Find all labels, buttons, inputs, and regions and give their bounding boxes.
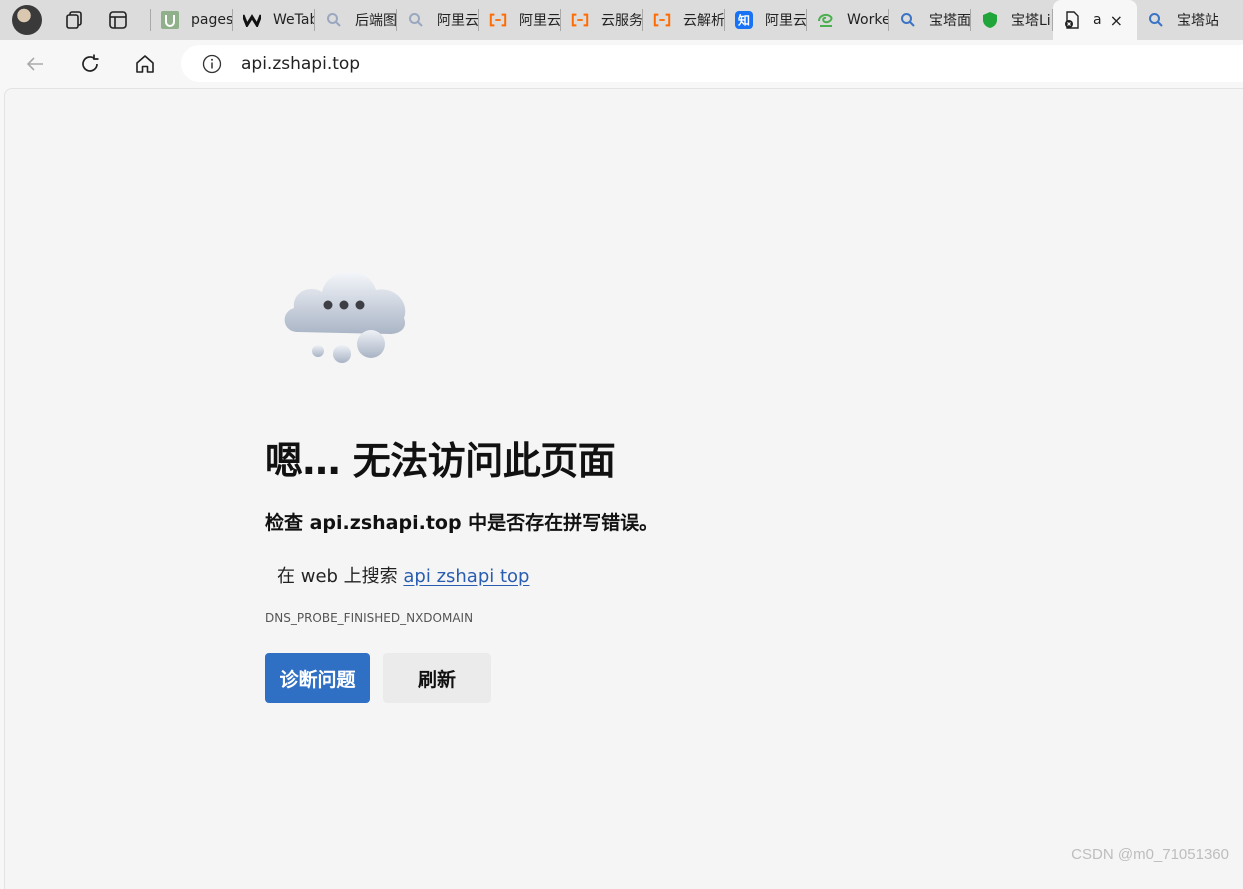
back-button[interactable] — [17, 46, 53, 82]
search-icon — [899, 11, 917, 29]
tab-item[interactable]: pages — [151, 0, 232, 40]
tab-label: 云解析 — [683, 10, 724, 30]
aliyun-icon — [653, 11, 671, 29]
tab-item[interactable]: 云解析 — [643, 0, 724, 40]
tab-item[interactable]: 知阿里云 — [725, 0, 806, 40]
tab-item[interactable]: WeTab — [233, 0, 314, 40]
search-link[interactable]: api zshapi top — [403, 566, 529, 587]
workspaces-icon[interactable] — [54, 4, 94, 36]
web-search-suggestion: 在 web 上搜索 api zshapi top — [277, 562, 529, 588]
tab-label: 宝塔站 — [1177, 10, 1218, 30]
search-icon — [325, 11, 343, 29]
tab-label: 阿里云 — [765, 10, 806, 30]
search-icon — [1147, 11, 1165, 29]
shield-icon — [981, 11, 999, 29]
cloud-error-icon — [276, 262, 412, 366]
tab-item[interactable]: 阿里云 — [397, 0, 478, 40]
tab-item[interactable]: Worke — [807, 0, 888, 40]
close-icon[interactable]: × — [1110, 11, 1123, 30]
page-error-icon — [1063, 11, 1081, 29]
search-prefix: 在 web 上搜索 — [277, 566, 403, 587]
tab-label: 阿里云 — [519, 10, 560, 30]
tab-actions-icon[interactable] — [98, 4, 138, 36]
worker-icon — [817, 11, 835, 29]
tab-label: 宝塔Li — [1011, 10, 1051, 30]
tab-label: 宝塔面 — [929, 10, 970, 30]
active-tab-label: a — [1093, 12, 1102, 28]
error-code: DNS_PROBE_FINISHED_NXDOMAIN — [265, 611, 473, 625]
browser-toolbar: api.zshapi.top — [0, 40, 1243, 87]
home-icon — [134, 53, 156, 75]
tab-trailing[interactable]: 宝塔站 — [1137, 0, 1218, 40]
search-icon — [407, 11, 425, 29]
tab-label: 后端图 — [355, 10, 396, 30]
zhihu-icon: 知 — [735, 11, 753, 29]
wetab-icon — [243, 11, 261, 29]
tab-label: 云服务 — [601, 10, 642, 30]
active-tab[interactable]: a × — [1053, 0, 1137, 40]
diagnose-button[interactable]: 诊断问题 — [265, 653, 370, 703]
spelling-hint: 检查 api.zshapi.top 中是否存在拼写错误。 — [265, 508, 658, 535]
info-icon[interactable] — [201, 53, 223, 75]
tab-item[interactable]: 阿里云 — [479, 0, 560, 40]
refresh-icon — [79, 53, 101, 75]
aliyun-icon — [489, 11, 507, 29]
upload-tab-icon — [161, 11, 179, 29]
svg-text:知: 知 — [737, 13, 750, 28]
home-button[interactable] — [127, 46, 163, 82]
address-bar[interactable]: api.zshapi.top — [181, 45, 1243, 82]
refresh-page-button[interactable]: 刷新 — [383, 653, 491, 703]
tab-label: Worke — [847, 12, 888, 28]
tab-item[interactable]: 云服务 — [561, 0, 642, 40]
tab-list: pagesWeTab后端图阿里云阿里云云服务云解析知阿里云Worke宝塔面宝塔L… — [151, 0, 1053, 40]
back-arrow-icon — [24, 53, 46, 75]
tab-strip: pagesWeTab后端图阿里云阿里云云服务云解析知阿里云Worke宝塔面宝塔L… — [0, 0, 1243, 40]
aliyun-icon — [571, 11, 589, 29]
profile-avatar[interactable] — [12, 5, 42, 35]
tab-item[interactable]: 宝塔Li — [971, 0, 1052, 40]
page-title: 嗯… 无法访问此页面 — [265, 430, 615, 485]
tab-item[interactable]: 后端图 — [315, 0, 396, 40]
page-content — [4, 88, 1243, 889]
tab-label: WeTab — [273, 12, 314, 28]
url-text[interactable]: api.zshapi.top — [241, 54, 360, 74]
watermark: CSDN @m0_71051360 — [1071, 846, 1229, 863]
refresh-button[interactable] — [72, 46, 108, 82]
tab-item[interactable]: 宝塔面 — [889, 0, 970, 40]
tab-label: pages — [191, 12, 232, 28]
tab-label: 阿里云 — [437, 10, 478, 30]
